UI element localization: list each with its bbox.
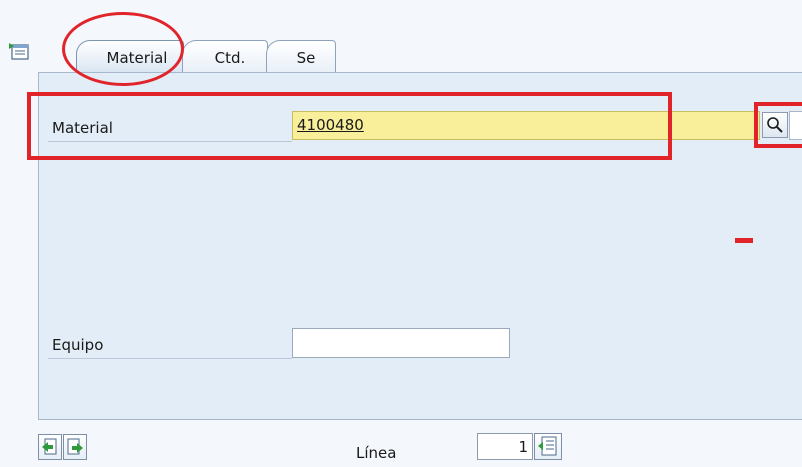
linea-input[interactable]: 1 bbox=[477, 433, 533, 460]
next-page-button[interactable] bbox=[63, 434, 87, 460]
page-next-icon bbox=[67, 438, 83, 455]
position-line-button[interactable] bbox=[534, 433, 562, 460]
equipo-input[interactable] bbox=[292, 328, 510, 358]
annotation-rectangle-search bbox=[754, 102, 802, 148]
tab-ctd[interactable]: Ctd. bbox=[182, 40, 268, 72]
tab-se[interactable]: Se bbox=[266, 40, 336, 72]
tab-ctd-label: Ctd. bbox=[214, 49, 246, 67]
tree-toggle-icon[interactable] bbox=[8, 40, 30, 62]
annotation-ellipse-tab bbox=[62, 12, 184, 86]
linea-value: 1 bbox=[518, 438, 528, 456]
page-previous-icon bbox=[42, 438, 57, 455]
previous-page-button[interactable] bbox=[38, 434, 62, 460]
row-separator bbox=[48, 358, 292, 359]
position-line-icon bbox=[538, 436, 557, 456]
linea-label: Línea bbox=[356, 444, 397, 462]
annotation-rectangle-material bbox=[27, 92, 672, 160]
tab-se-label: Se bbox=[296, 49, 316, 67]
annotation-dash bbox=[735, 238, 753, 243]
equipo-label: Equipo bbox=[52, 336, 104, 354]
